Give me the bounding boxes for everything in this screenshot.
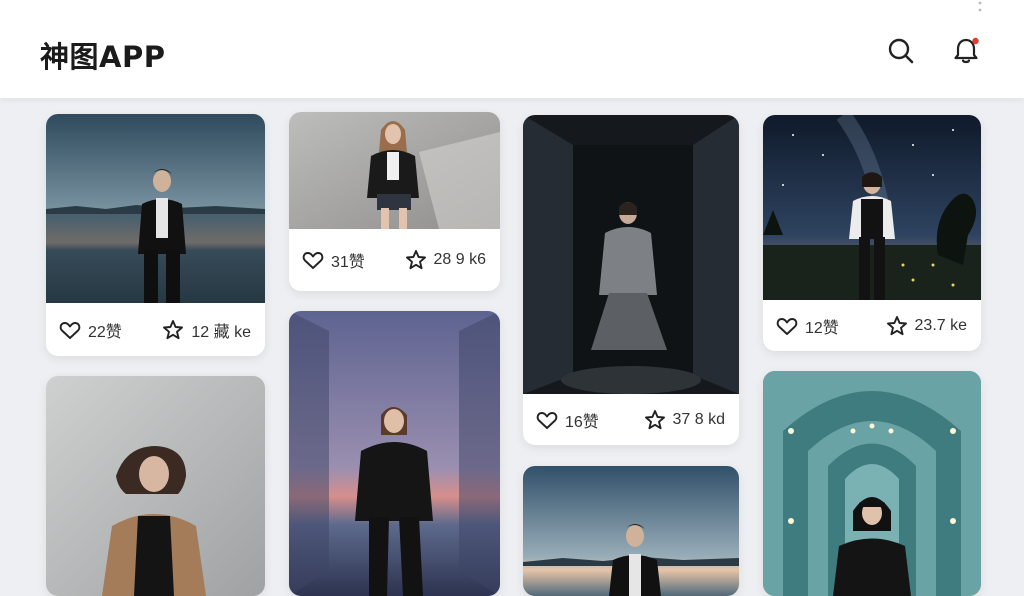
feed-photo[interactable] — [46, 114, 265, 303]
favorite-button[interactable]: 37 8 kd — [643, 408, 725, 432]
feed-photo[interactable] — [523, 115, 739, 394]
like-button[interactable]: 22赞 — [58, 318, 122, 342]
like-button[interactable]: 31赞 — [301, 248, 365, 272]
notifications-button[interactable] — [951, 36, 981, 66]
heart-icon — [776, 317, 798, 335]
feed-card[interactable] — [763, 371, 981, 596]
favorite-button[interactable]: 28 9 k6 — [404, 248, 486, 272]
bell-icon — [954, 37, 979, 64]
feed-photo[interactable] — [289, 311, 500, 596]
search-button[interactable] — [886, 36, 916, 66]
feed-photo[interactable] — [523, 466, 739, 596]
feed-card[interactable]: 22赞 12 藏 ke — [46, 114, 265, 356]
feed-card[interactable]: 31赞 28 9 k6 — [289, 112, 500, 291]
like-button[interactable]: 16赞 — [535, 408, 599, 432]
feed-photo[interactable] — [46, 376, 265, 596]
heart-icon — [536, 411, 558, 429]
top-app-bar: 神图APP — [0, 0, 1024, 98]
feed-card[interactable] — [523, 466, 739, 596]
favorite-count: 23.7 ke — [914, 316, 967, 334]
feed-card[interactable]: 12赞 23.7 ke — [763, 115, 981, 351]
like-button[interactable]: 12赞 — [775, 314, 839, 338]
heart-icon — [59, 321, 81, 339]
feed-photo[interactable] — [763, 115, 981, 300]
star-icon — [405, 250, 426, 270]
like-count: 16赞 — [565, 413, 599, 431]
feed-photo[interactable] — [289, 112, 500, 229]
star-icon — [163, 319, 184, 339]
more-dots-icon[interactable] — [977, 0, 983, 12]
favorite-count: 37 8 kd — [672, 410, 725, 428]
heart-icon — [302, 252, 324, 269]
like-count: 12赞 — [805, 319, 839, 337]
star-icon — [886, 315, 907, 335]
favorite-button[interactable]: 23.7 ke — [885, 314, 967, 338]
favorite-button[interactable]: 12 藏 ke — [161, 318, 251, 342]
search-icon — [888, 38, 914, 64]
feed-photo[interactable] — [763, 371, 981, 596]
feed-card[interactable]: 16赞 37 8 kd — [523, 115, 739, 445]
notification-badge — [972, 37, 979, 45]
feed-card[interactable] — [46, 376, 265, 596]
star-icon — [644, 409, 665, 429]
like-count: 22赞 — [88, 323, 122, 341]
favorite-count: 28 9 k6 — [433, 251, 486, 268]
app-title: 神图APP — [40, 40, 166, 74]
feed-card[interactable] — [289, 311, 500, 596]
like-count: 31赞 — [331, 254, 365, 271]
favorite-count: 12 藏 ke — [191, 323, 251, 341]
